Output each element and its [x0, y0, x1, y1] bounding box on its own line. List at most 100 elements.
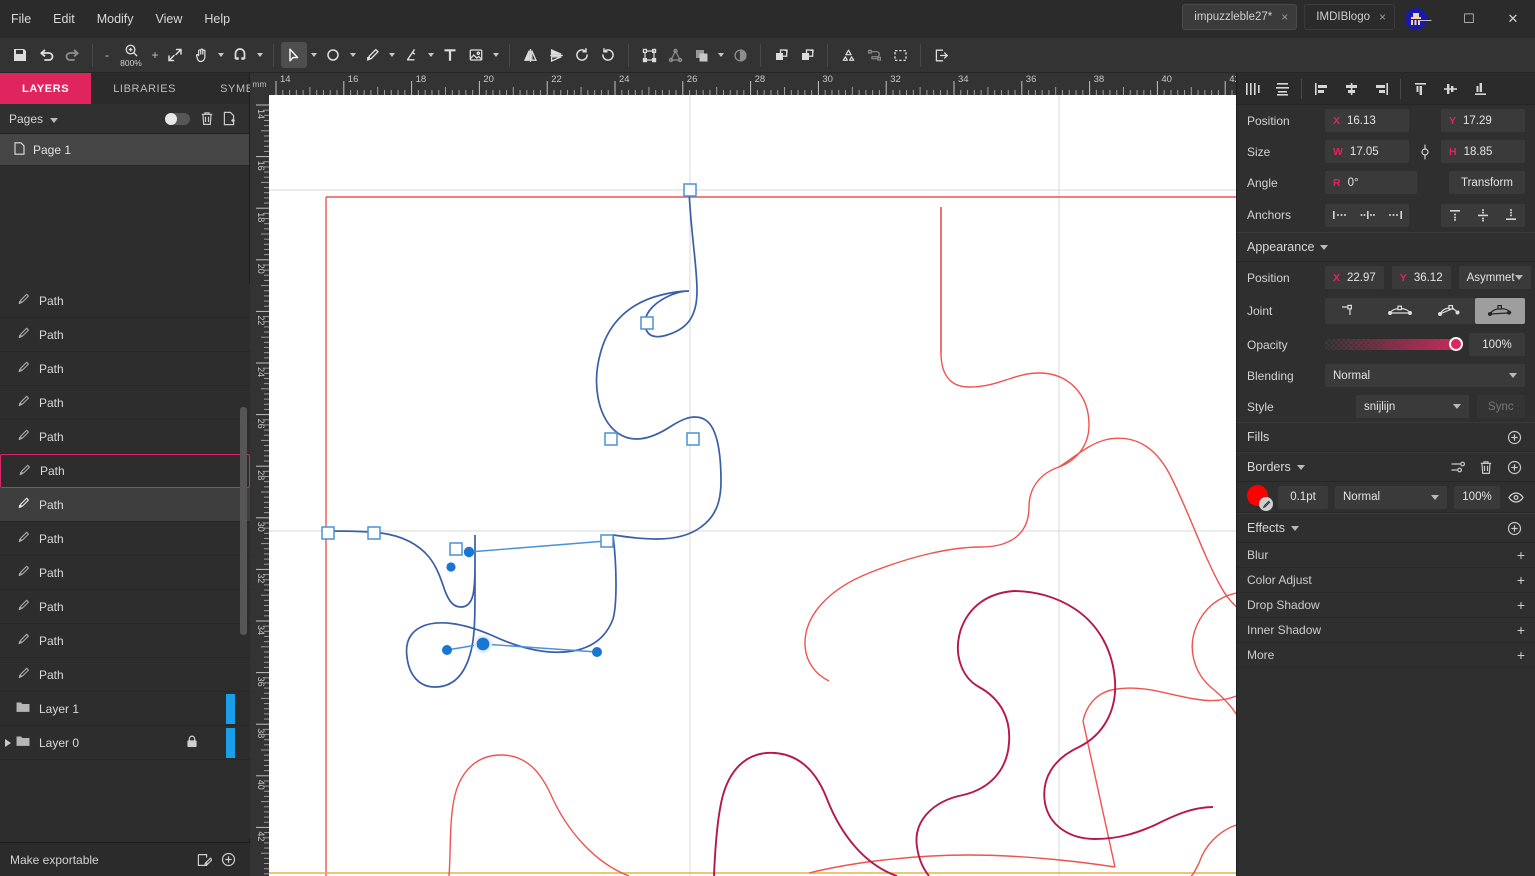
- close-button[interactable]: ✕: [1491, 0, 1535, 38]
- anchor-bottom-icon[interactable]: [1497, 208, 1525, 222]
- pointer-icon[interactable]: [281, 42, 307, 68]
- zoom-out-button[interactable]: -: [100, 48, 114, 62]
- recycle-icon[interactable]: [835, 42, 861, 68]
- save-icon[interactable]: [7, 42, 33, 68]
- chevron-down-icon[interactable]: [1290, 525, 1299, 531]
- effect-row-3[interactable]: Inner Shadow +: [1237, 618, 1535, 643]
- pen-icon[interactable]: [359, 42, 385, 68]
- rotate-cw-icon[interactable]: [595, 42, 621, 68]
- chevron-down-icon[interactable]: [1320, 244, 1329, 250]
- layer-row-7[interactable]: Path: [0, 522, 250, 556]
- layer-row-10[interactable]: Path: [0, 624, 250, 658]
- ellipse-icon[interactable]: [320, 42, 346, 68]
- layer-row-12[interactable]: Layer 1: [0, 692, 250, 726]
- rotate-ccw-icon[interactable]: [569, 42, 595, 68]
- image-icon[interactable]: [463, 42, 489, 68]
- boolean-dropdown-icon[interactable]: [714, 42, 727, 68]
- pages-visibility-toggle[interactable]: [165, 112, 190, 125]
- align-top-icon[interactable]: [1405, 74, 1435, 104]
- mask-icon[interactable]: [727, 42, 753, 68]
- align-center-horizontal-icon[interactable]: [1336, 74, 1366, 104]
- effect-row-1[interactable]: Color Adjust +: [1237, 568, 1535, 593]
- align-bottom-icon[interactable]: [1465, 74, 1495, 104]
- close-icon[interactable]: ×: [1281, 10, 1288, 24]
- minimize-button[interactable]: —: [1403, 0, 1447, 38]
- angle-input[interactable]: R 0°: [1325, 171, 1417, 194]
- add-effect-icon[interactable]: [1503, 517, 1525, 539]
- joint-corner-icon[interactable]: [1325, 298, 1375, 324]
- layer-row-9[interactable]: Path: [0, 590, 250, 624]
- fit-icon[interactable]: [162, 42, 188, 68]
- transform-icon[interactable]: [636, 42, 662, 68]
- layer-row-0[interactable]: Path: [0, 284, 250, 318]
- effect-row-4[interactable]: More +: [1237, 643, 1535, 668]
- height-input[interactable]: H 18.85: [1441, 140, 1525, 163]
- pen-dropdown-icon[interactable]: [385, 42, 398, 68]
- pencil-icon[interactable]: [398, 42, 424, 68]
- joint-smooth-icon[interactable]: [1375, 298, 1425, 324]
- chevron-down-icon[interactable]: [50, 112, 59, 126]
- layer-row-5[interactable]: Path: [0, 454, 250, 488]
- add-page-icon[interactable]: [218, 108, 240, 130]
- anchor-top-icon[interactable]: [1441, 208, 1469, 222]
- tab-layers[interactable]: LAYERS: [0, 73, 92, 104]
- joint-asymmetric-icon[interactable]: [1425, 298, 1475, 324]
- anchor-middle-icon[interactable]: [1469, 208, 1497, 222]
- opacity-value-input[interactable]: 100%: [1469, 333, 1525, 356]
- tab-libraries[interactable]: LIBRARIES: [91, 73, 198, 104]
- transform-button[interactable]: Transform: [1449, 171, 1525, 194]
- menu-file[interactable]: File: [0, 8, 42, 30]
- link-ratio-icon[interactable]: [1417, 143, 1433, 161]
- pencil-dropdown-icon[interactable]: [424, 42, 437, 68]
- style-dropdown[interactable]: snijlijn: [1356, 395, 1469, 418]
- menu-modify[interactable]: Modify: [86, 8, 145, 30]
- align-right-icon[interactable]: [1366, 74, 1396, 104]
- add-border-icon[interactable]: [1503, 456, 1525, 478]
- layer-row-1[interactable]: Path: [0, 318, 250, 352]
- connect-icon[interactable]: [861, 42, 887, 68]
- undo-icon[interactable]: [33, 42, 59, 68]
- tab-imdiblogo[interactable]: IMDIBlogo ×: [1304, 4, 1395, 30]
- align-left-icon[interactable]: [1306, 74, 1336, 104]
- node-type-dropdown[interactable]: Asymmet: [1458, 266, 1531, 289]
- edit-color-icon[interactable]: [1259, 497, 1273, 511]
- delete-border-icon[interactable]: [1475, 456, 1497, 478]
- layer-row-8[interactable]: Path: [0, 556, 250, 590]
- border-visibility-icon[interactable]: [1507, 491, 1525, 503]
- lower-icon[interactable]: [794, 42, 820, 68]
- border-width-input[interactable]: 0.1pt: [1278, 485, 1328, 509]
- zoom-in-button[interactable]: +: [148, 48, 162, 62]
- align-middle-icon[interactable]: [1435, 74, 1465, 104]
- lock-icon[interactable]: [186, 735, 198, 751]
- distribute-horizontal-icon[interactable]: [1237, 74, 1267, 104]
- ellipse-dropdown-icon[interactable]: [346, 42, 359, 68]
- sync-button[interactable]: Sync: [1476, 395, 1525, 418]
- add-effect-icon[interactable]: +: [1517, 572, 1525, 588]
- position-x-input[interactable]: X 16.13: [1325, 109, 1409, 132]
- horizontal-ruler[interactable]: 1416182022242628303234363840424446485052…: [269, 73, 1236, 95]
- flip-horizontal-icon[interactable]: [517, 42, 543, 68]
- distribute-vertical-icon[interactable]: [1267, 74, 1297, 104]
- boolean-icon[interactable]: [688, 42, 714, 68]
- add-export-icon[interactable]: [216, 848, 240, 872]
- menu-edit[interactable]: Edit: [42, 8, 86, 30]
- chevron-down-icon[interactable]: [1296, 464, 1305, 470]
- add-effect-icon[interactable]: +: [1517, 647, 1525, 663]
- menu-view[interactable]: View: [145, 8, 194, 30]
- opacity-knob[interactable]: [1449, 337, 1463, 351]
- export-settings-icon[interactable]: [192, 848, 216, 872]
- border-color-swatch[interactable]: [1247, 485, 1273, 511]
- position-y-input[interactable]: Y 17.29: [1441, 109, 1525, 132]
- node-x-input[interactable]: X 22.97: [1325, 266, 1384, 289]
- expand-triangle-icon[interactable]: [5, 738, 11, 747]
- image-dropdown-icon[interactable]: [489, 42, 502, 68]
- effect-row-0[interactable]: Blur +: [1237, 543, 1535, 568]
- add-effect-icon[interactable]: +: [1517, 622, 1525, 638]
- export-icon[interactable]: [928, 42, 954, 68]
- tab-impuzzleble27[interactable]: impuzzleble27* ×: [1182, 4, 1298, 30]
- blending-dropdown[interactable]: Normal: [1325, 364, 1525, 387]
- raise-icon[interactable]: [768, 42, 794, 68]
- layer-row-11[interactable]: Path: [0, 658, 250, 692]
- node-y-input[interactable]: Y 36.12: [1391, 266, 1451, 289]
- effect-row-2[interactable]: Drop Shadow +: [1237, 593, 1535, 618]
